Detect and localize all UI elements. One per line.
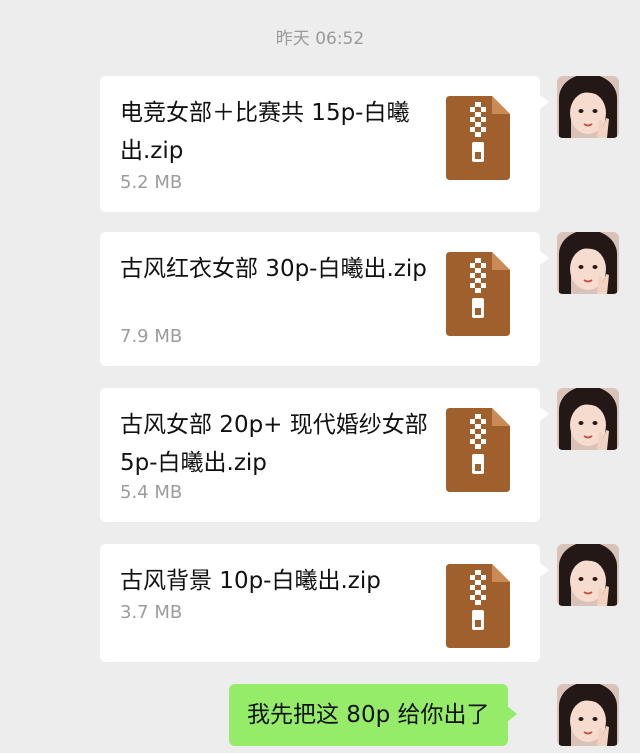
zip-file-icon <box>446 96 510 180</box>
avatar[interactable] <box>557 76 619 138</box>
file-name: 电竞女部＋比赛共 15p-白曦出.zip <box>120 100 410 164</box>
file-message-card[interactable]: 电竞女部＋比赛共 15p-白曦出.zip 5.2 MB <box>100 76 549 212</box>
file-message-card[interactable]: 古风背景 10p-白曦出.zip 3.7 MB <box>100 544 549 662</box>
avatar[interactable] <box>557 232 619 294</box>
file-name: 古风女部 20p+ 现代婚纱女部 5p-白曦出.zip <box>120 412 428 476</box>
zip-file-icon <box>446 408 510 492</box>
file-size: 3.7 MB <box>120 602 183 623</box>
zip-file-icon <box>446 564 510 648</box>
file-size: 5.2 MB <box>120 172 183 193</box>
text-message-bubble[interactable]: 我先把这 80p 给你出了 <box>229 684 516 746</box>
avatar[interactable] <box>557 684 619 746</box>
zip-file-icon <box>446 252 510 336</box>
file-name: 古风背景 10p-白曦出.zip <box>120 568 381 594</box>
timestamp: 昨天 06:52 <box>275 29 365 49</box>
avatar[interactable] <box>557 388 619 450</box>
avatar[interactable] <box>557 544 619 606</box>
file-name: 古风红衣女部 30p-白曦出.zip <box>120 256 427 282</box>
file-message-card[interactable]: 古风女部 20p+ 现代婚纱女部 5p-白曦出.zip 5.4 MB <box>100 388 549 522</box>
file-message-card[interactable]: 古风红衣女部 30p-白曦出.zip 7.9 MB <box>100 232 549 366</box>
file-size: 5.4 MB <box>120 482 183 503</box>
file-size: 7.9 MB <box>120 326 183 347</box>
